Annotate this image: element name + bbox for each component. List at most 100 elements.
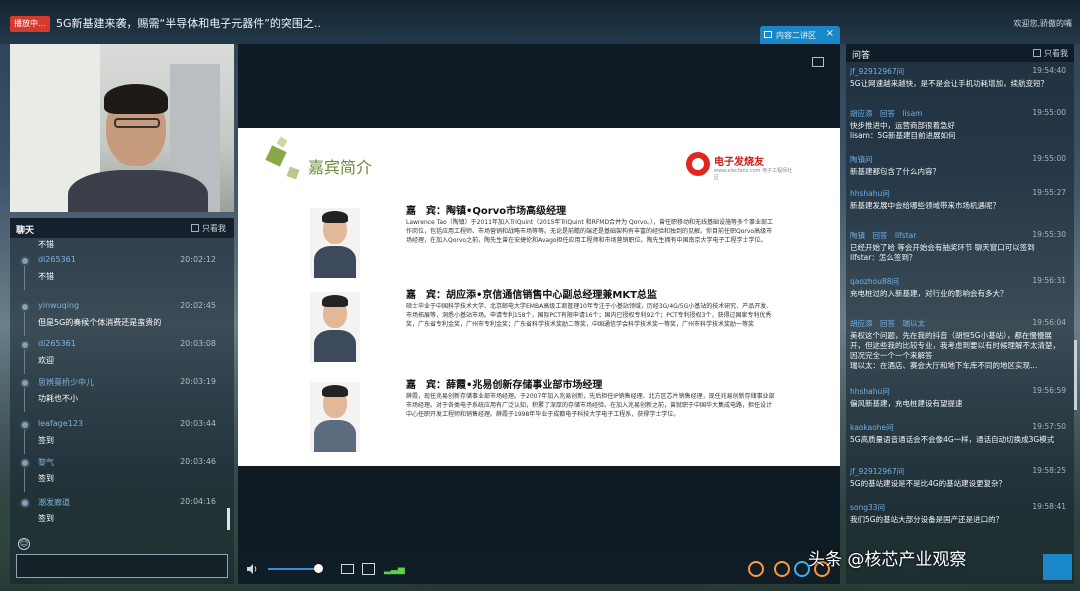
qa-text: 偏风新基建，充电桩建设有望提速 [850,399,963,408]
qa-only-me-toggle[interactable]: 只看我 [1033,48,1068,59]
avatar-icon [20,340,30,350]
avatar-icon [20,420,30,430]
guest-entry: 嘉 宾：薛霞•兆易创新存储事业部市场经理 薛霞，现任兆易创新存储事业部市场经理。… [238,374,840,458]
gift-icon[interactable] [774,561,790,577]
qa-author: 陶镇问 [850,155,873,164]
qa-time: 19:56:04 [1032,318,1066,327]
volume-icon[interactable] [246,563,258,575]
guest-photo [310,208,360,278]
qa-text: 快步推进中，运营商部很着急好 lisam：5G新基建目前进展如何 [850,121,956,140]
like-icon[interactable] [748,561,764,577]
qa-author: jf_92912967问 [850,67,905,76]
chat-text: 但是5G的奏候个体消费还是蛮贵的 [38,318,162,327]
qa-time: 19:55:27 [1032,188,1066,197]
presenter-video[interactable] [10,44,234,212]
picture-icon[interactable] [362,563,375,575]
qa-send-button[interactable] [1043,554,1072,580]
qa-time: 19:58:41 [1032,502,1066,511]
chat-time: 20:02:45 [180,301,216,310]
chat-time: 20:03:08 [180,339,216,348]
guest-name: 嘉 宾：胡应添•京信通信销售中心副总经理兼MKT总监 [406,290,657,301]
qa-author: jf_92912967问 [850,467,905,476]
qa-author: 陶镇 回答 llfstar [850,231,917,240]
guest-bio: 薛霞，现任兆易创新存储事业部市场经理。于2007年加入兆易创新，先后担任IP销售… [406,393,775,418]
volume-knob[interactable] [314,564,323,573]
chat-text: 签到 [38,474,54,483]
guest-name: 嘉 宾：陶镇•Qorvo市场高级经理 [406,206,567,217]
welcome-text: 欢迎您,骄傲的嘴 [1013,19,1072,28]
chat-time: 20:03:44 [180,419,216,428]
chat-username[interactable]: 黎气 [38,457,54,468]
window-icon [764,31,772,38]
qa-text: 5G的基站建设是不是比4G的基站建设更复杂？ [850,479,1007,488]
slide-title: 嘉宾简介 [308,158,373,177]
chat-list[interactable]: 不错 di265361 20:02:12 不错 yinwuqing 20:02:… [10,240,234,544]
room-title: 5G新基建来袭，赐需“半导体和电子元器件”的突围之.. [56,17,321,30]
qa-author: 胡应添 回答 lisam [850,109,923,118]
player-controls: ▂▃▅ [238,554,840,584]
qa-text: 已经开始了哈 等会开始会有抽奖环节 聊天窗口可以签到 llfstar：怎么签到？ [850,243,1035,262]
chat-time: 20:02:12 [180,255,216,264]
guest-entry: 嘉 宾：胡应添•京信通信销售中心副总经理兼MKT总监 硕士毕业于中国科学技术大学… [238,284,840,368]
chat-username[interactable]: yinwuqing [38,301,79,310]
qa-scrollbar[interactable] [1074,340,1077,410]
chat-username[interactable]: 潮发廊道 [38,497,70,508]
guest-bio: 硕士毕业于中国科学技术大学、北京邮电大学EMBA高级工商管理10年专注于小基站领… [406,303,773,328]
chat-message: leafage123 20:03:44 签到 [10,418,234,454]
chat-message: 黎气 20:03:46 签到 [10,456,234,492]
avatar-icon [20,302,30,312]
qa-time: 19:57:50 [1032,422,1066,431]
camera-icon[interactable] [341,564,354,574]
chat-message: 潮发廊道 20:04:16 签到 [10,496,234,532]
guest-entry: 嘉 宾：陶镇•Qorvo市场高级经理 Lawrence Tao（陶镇）于2011… [238,200,840,284]
emoji-icon[interactable]: ☺ [18,538,30,550]
guest-name: 嘉 宾：薛霞•兆易创新存储事业部市场经理 [406,380,603,391]
chat-time: 20:03:46 [180,457,216,466]
decoration-square [276,136,288,148]
qa-time: 19:55:30 [1032,230,1066,239]
qa-text: 新基建发展中会给哪些领域带来市场机遇呢？ [850,201,1000,210]
qa-header: 问答 只看我 [846,44,1074,62]
chat-username[interactable]: di265361 [38,255,76,264]
qa-text: 5G高质量语音通话会不会像4G一样，通话自动切换成3G模式 [850,435,1055,444]
slide: 嘉宾简介 电子发烧友 www.elecfans.com 电子工程师社区 嘉 宾：… [238,128,840,466]
qa-time: 19:56:31 [1032,276,1066,285]
chat-username[interactable]: leafage123 [38,419,83,428]
guest-photo [310,292,360,362]
qa-title: 问答 [852,51,871,61]
chat-input[interactable] [16,554,228,578]
qa-text: 充电桩过的入新基建，对行业的影响会有多大？ [850,289,1008,298]
chat-time: 20:03:19 [180,377,216,386]
qa-text: 美权这个问题，先在我的抖音（胡恒5G小基站），都在慢慢展开，但这些我的比较专业，… [850,331,1060,370]
chat-message: di265361 20:03:08 欢迎 [10,338,234,374]
live-badge: 播放中... [10,16,50,32]
chat-text: 功耗也不小 [38,394,78,403]
qa-text: 5G让网速越来越快，是不是会让手机功耗增加，续航变短？ [850,79,1049,88]
qa-author: 胡应添 回答 瑞以太 [850,319,925,328]
qa-time: 19:58:25 [1032,466,1066,475]
avatar-icon [20,498,30,508]
fullscreen-icon[interactable] [812,57,824,67]
chat-text: 不错 [38,272,54,281]
watermark: 头条 @核芯产业观察 [808,550,967,570]
volume-slider[interactable] [268,568,320,570]
tab-content-area[interactable]: 内容二讲区 × [760,26,840,44]
chat-text: 签到 [38,514,54,523]
logo-mark-icon [686,152,710,176]
guest-photo [310,382,360,452]
close-icon[interactable]: × [826,28,834,39]
avatar-icon [20,458,30,468]
qa-text: 我们5G的基站大部分设备是国产还是进口的？ [850,515,1004,524]
chat-scrollbar[interactable] [227,508,230,530]
chat-message: di265361 20:02:12 不错 [10,254,234,290]
avatar-icon [20,256,30,266]
top-bar: 播放中... 5G新基建来袭，赐需“半导体和电子元器件”的突围之.. 欢迎您,骄… [0,0,1080,44]
qa-author: hhshahu问 [850,189,890,198]
qa-author: hhshahu问 [850,387,890,396]
checkbox-icon[interactable] [1033,49,1041,57]
chat-time: 20:04:16 [180,497,216,506]
qa-author: song33问 [850,503,886,512]
chat-username[interactable]: di265361 [38,339,76,348]
chat-username[interactable]: 思辨莫桥少中儿 [38,377,94,388]
chat-message: 不错 [38,240,54,249]
